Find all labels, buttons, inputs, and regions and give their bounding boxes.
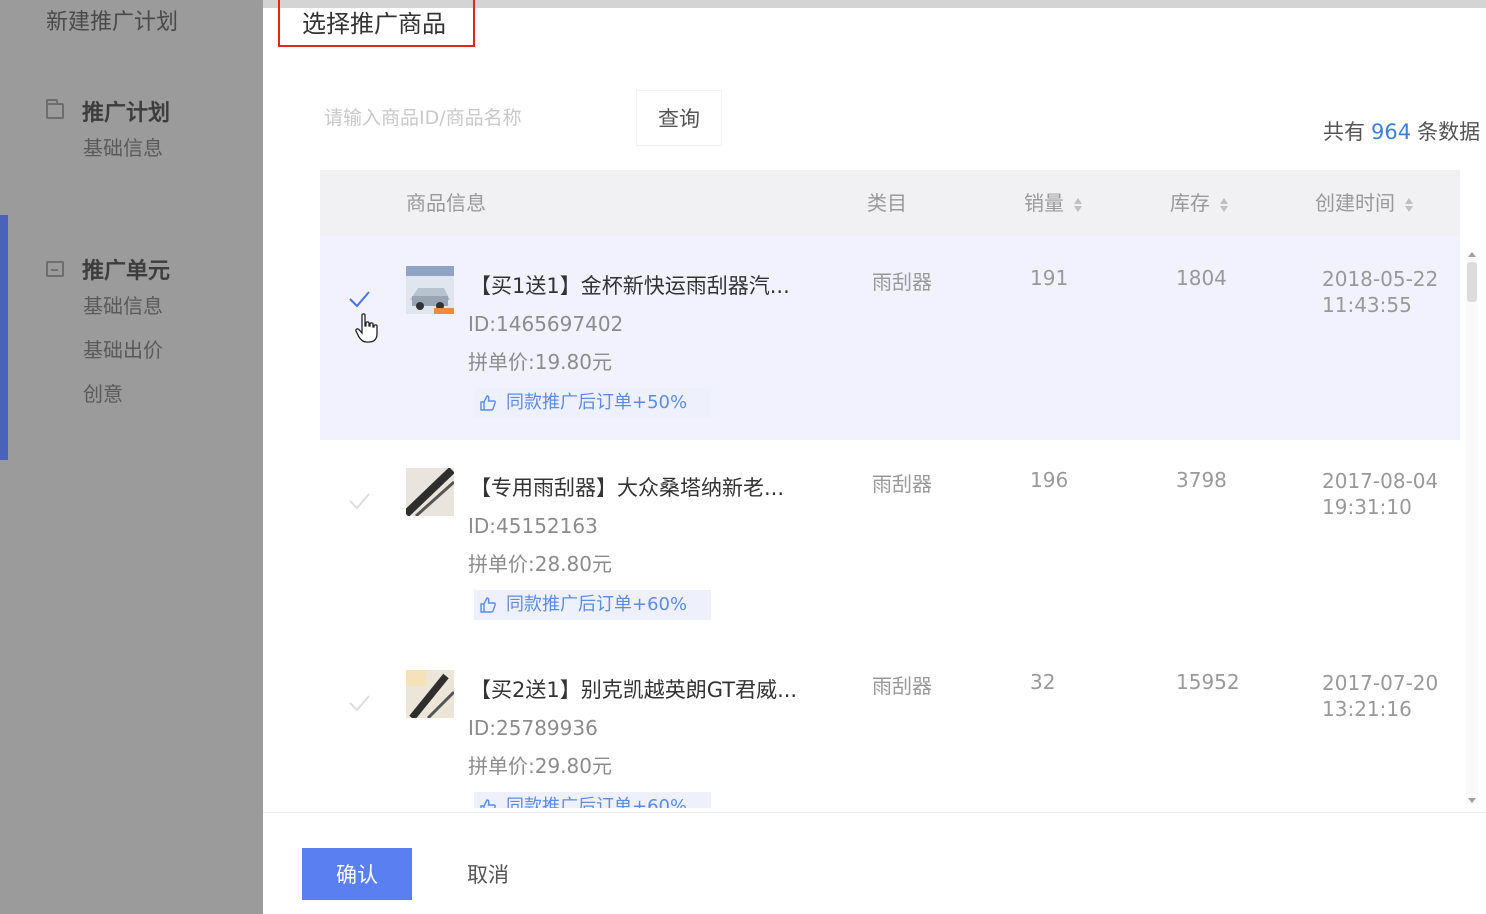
total-suffix: 条数据 [1417,120,1481,144]
page: 新建推广计划 推广计划 基础信息 推广单元 基础信息 基础出价 创意 选择推广商… [0,0,1486,914]
column-header-sales[interactable]: 销量 [1024,170,1082,236]
promo-tag-text: 同款推广后订单+60% [506,796,688,808]
created-date: 2018-05-22 [1322,267,1439,291]
sidebar-group-unit: 推广单元 基础信息 基础出价 创意 [46,254,170,416]
category-cell: 雨刮器 [872,270,932,294]
sidebar-group-plan-header[interactable]: 推广计划 [46,96,170,126]
footer-divider [263,812,1486,813]
column-header-created[interactable]: 创建时间 [1315,170,1413,236]
column-header-stock[interactable]: 库存 [1170,170,1228,236]
promo-tag: 同款推广后订单+60% [474,590,712,620]
product-name: 【买2送1】别克凯越英朗GT君威... [470,678,798,702]
created-cell: 2017-07-20 13:21:16 [1322,670,1438,722]
created-time: 19:31:10 [1322,495,1412,519]
product-thumbnail [406,266,454,314]
sidebar-item-unit-basic-info[interactable]: 基础信息 [83,284,170,328]
search-input[interactable] [318,90,630,146]
category-cell: 雨刮器 [872,674,932,698]
created-time: 11:43:55 [1322,293,1412,317]
table-header: 商品信息 类目 销量 库存 创建时间 [320,170,1460,236]
unit-icon [46,261,64,277]
sort-icon[interactable] [1220,196,1228,214]
column-header-info: 商品信息 [406,191,486,215]
created-cell: 2018-05-22 11:43:55 [1322,266,1438,318]
created-date: 2017-07-20 [1322,671,1439,695]
checkmark-icon[interactable] [346,690,372,716]
sidebar-item-unit-base-bid[interactable]: 基础出价 [83,328,170,372]
thumbs-up-icon [480,395,496,411]
sidebar-item-unit-creative[interactable]: 创意 [83,372,170,416]
product-name: 【专用雨刮器】大众桑塔纳新老... [470,476,785,500]
stock-cell: 1804 [1176,266,1227,290]
product-thumbnail [406,670,454,718]
sidebar-group-label: 推广单元 [82,259,171,284]
product-name: 【买1送1】金杯新快运雨刮器汽... [470,274,790,298]
table-row[interactable]: 【买1送1】金杯新快运雨刮器汽... ID:1465697402 拼单价:19.… [320,236,1460,440]
promo-tag: 同款推广后订单+60% [474,792,712,808]
product-price: 拼单价:28.80元 [468,552,612,576]
column-header-created-label: 创建时间 [1315,191,1395,215]
cancel-button[interactable]: 取消 [440,848,536,900]
checkmark-icon[interactable] [346,488,372,514]
confirm-button[interactable]: 确认 [302,848,412,900]
modal-title: 选择推广商品 [302,10,446,38]
promo-tag: 同款推广后订单+50% [474,388,712,418]
sort-icon[interactable] [1074,196,1082,214]
stock-cell: 3798 [1176,468,1227,492]
total-prefix: 共有 [1323,120,1365,144]
scroll-down-arrow-icon[interactable] [1468,798,1476,803]
checkmark-icon[interactable] [346,286,372,312]
sidebar-item-plan-basic-info[interactable]: 基础信息 [83,126,170,170]
product-thumbnail [406,468,454,516]
table-row[interactable]: 【专用雨刮器】大众桑塔纳新老... ID:45152163 拼单价:28.80元… [320,440,1460,644]
created-time: 13:21:16 [1322,697,1412,721]
created-cell: 2017-08-04 19:31:10 [1322,468,1438,520]
created-date: 2017-08-04 [1322,469,1439,493]
sidebar-group-label: 推广计划 [82,101,171,126]
column-header-sales-label: 销量 [1024,191,1064,215]
total-number: 964 [1371,120,1412,144]
table-row[interactable]: 【买2送1】别克凯越英朗GT君威... ID:25789936 拼单价:29.8… [320,644,1460,808]
product-price: 拼单价:19.80元 [468,350,612,374]
promo-tag-text: 同款推广后订单+60% [506,594,688,615]
search-button[interactable]: 查询 [636,90,722,146]
scrollbar-thumb[interactable] [1467,262,1477,302]
product-id: ID:45152163 [468,514,598,538]
sidebar-group-plan: 推广计划 基础信息 [46,96,170,170]
folder-icon [46,99,64,119]
category-cell: 雨刮器 [872,472,932,496]
sort-icon[interactable] [1405,196,1413,214]
sidebar: 新建推广计划 推广计划 基础信息 推广单元 基础信息 基础出价 创意 [0,0,263,914]
scroll-up-arrow-icon[interactable] [1468,252,1476,257]
sidebar-active-indicator [0,215,8,460]
thumbs-up-icon [480,597,496,613]
product-id: ID:25789936 [468,716,598,740]
thumbs-up-icon [480,799,496,808]
stock-cell: 15952 [1176,670,1240,694]
sales-cell: 191 [1030,266,1069,290]
column-header-category: 类目 [867,191,907,215]
sales-cell: 32 [1030,670,1056,694]
promo-tag-text: 同款推广后订单+50% [506,392,688,413]
product-price: 拼单价:29.80元 [468,754,612,778]
sidebar-title: 新建推广计划 [46,10,179,35]
sidebar-group-unit-header[interactable]: 推广单元 [46,254,170,284]
product-id: ID:1465697402 [468,312,624,336]
hand-cursor-icon [355,313,378,343]
table-body: 【买1送1】金杯新快运雨刮器汽... ID:1465697402 拼单价:19.… [320,236,1460,808]
scrollbar-track[interactable] [1466,252,1478,804]
total-count: 共有 964 条数据 [1323,116,1480,146]
sales-cell: 196 [1030,468,1069,492]
column-header-stock-label: 库存 [1170,191,1210,215]
